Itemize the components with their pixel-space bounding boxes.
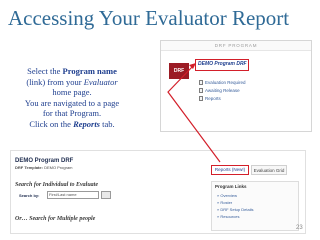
- callout-line-3: home page.: [52, 87, 92, 97]
- resources-label: Resources: [220, 214, 240, 219]
- evaluation-required-label: Evaluation Required: [205, 80, 246, 85]
- search-by-select[interactable]: First/Last name: [47, 191, 99, 199]
- callout-text: tab.: [99, 118, 115, 129]
- template-label: DRF Template:: [15, 165, 43, 170]
- search-by-label: Search by:: [19, 193, 40, 198]
- document-icon: [199, 96, 203, 101]
- program-page-title: DEMO Program DRF: [15, 158, 74, 164]
- drf-program-panel: DRF PROGRAM DRF DEMO Program DRF Evaluat…: [160, 40, 312, 132]
- callout-line-1: Select the Program name: [4, 66, 140, 77]
- document-icon: [199, 80, 203, 85]
- slide-title: Accessing Your Evaluator Report: [8, 6, 290, 30]
- callout-text: Click on the: [29, 118, 74, 129]
- instruction-callout: Select the Program name (link) from your…: [4, 66, 140, 129]
- evaluation-required-link[interactable]: Evaluation Required: [199, 79, 246, 86]
- callout-emphasis: Evaluator: [83, 76, 118, 87]
- callout-line-6: Click on the Reports tab.: [4, 119, 140, 130]
- template-value: DEMO Program: [44, 165, 73, 170]
- page-number: 23: [296, 225, 303, 231]
- document-icon: [199, 88, 203, 93]
- program-links-box: Program Links » Overview » Roster » DRF …: [211, 181, 299, 231]
- resources-link[interactable]: » Resources: [217, 214, 239, 220]
- overview-label: Overview: [220, 193, 238, 198]
- search-multiple-heading: Or… Search for Multiple people: [15, 216, 96, 222]
- overview-link[interactable]: » Overview: [217, 193, 237, 199]
- callout-text: (link) from your: [26, 76, 84, 87]
- drf-setup-details-link[interactable]: » DRF Setup Details: [217, 207, 253, 213]
- roster-link[interactable]: » Roster: [217, 200, 232, 206]
- tab-reports[interactable]: Reports (New!): [211, 165, 249, 175]
- awaiting-release-label: Awaiting Release: [205, 88, 240, 93]
- drf-panel-header: DRF PROGRAM: [161, 41, 311, 51]
- callout-emphasis: Program name: [62, 66, 117, 76]
- reports-label: Reports: [205, 96, 221, 101]
- callout-text: Select the: [27, 66, 63, 76]
- reports-link[interactable]: Reports: [199, 95, 221, 102]
- callout-line-5: for that Program.: [42, 108, 102, 118]
- drf-badge-icon: DRF: [169, 63, 189, 79]
- tab-evaluation-grid[interactable]: Evaluation Grid: [251, 165, 287, 175]
- search-go-button[interactable]: [101, 191, 111, 199]
- callout-line-2: (link) from your Evaluator: [4, 77, 140, 88]
- program-links-header: Program Links: [215, 184, 247, 189]
- template-line: DRF Template: DEMO Program: [15, 165, 73, 170]
- drf-setup-details-label: DRF Setup Details: [220, 207, 254, 212]
- program-name-link[interactable]: DEMO Program DRF: [195, 59, 249, 71]
- roster-label: Roster: [220, 200, 233, 205]
- callout-line-4: You are navigated to a page: [24, 97, 120, 108]
- awaiting-release-link[interactable]: Awaiting Release: [199, 87, 240, 94]
- callout-emphasis: Reports: [73, 118, 100, 129]
- program-page-screenshot: DEMO Program DRF DRF Template: DEMO Prog…: [10, 150, 306, 234]
- search-individual-heading: Search for Individual to Evaluate: [15, 182, 99, 188]
